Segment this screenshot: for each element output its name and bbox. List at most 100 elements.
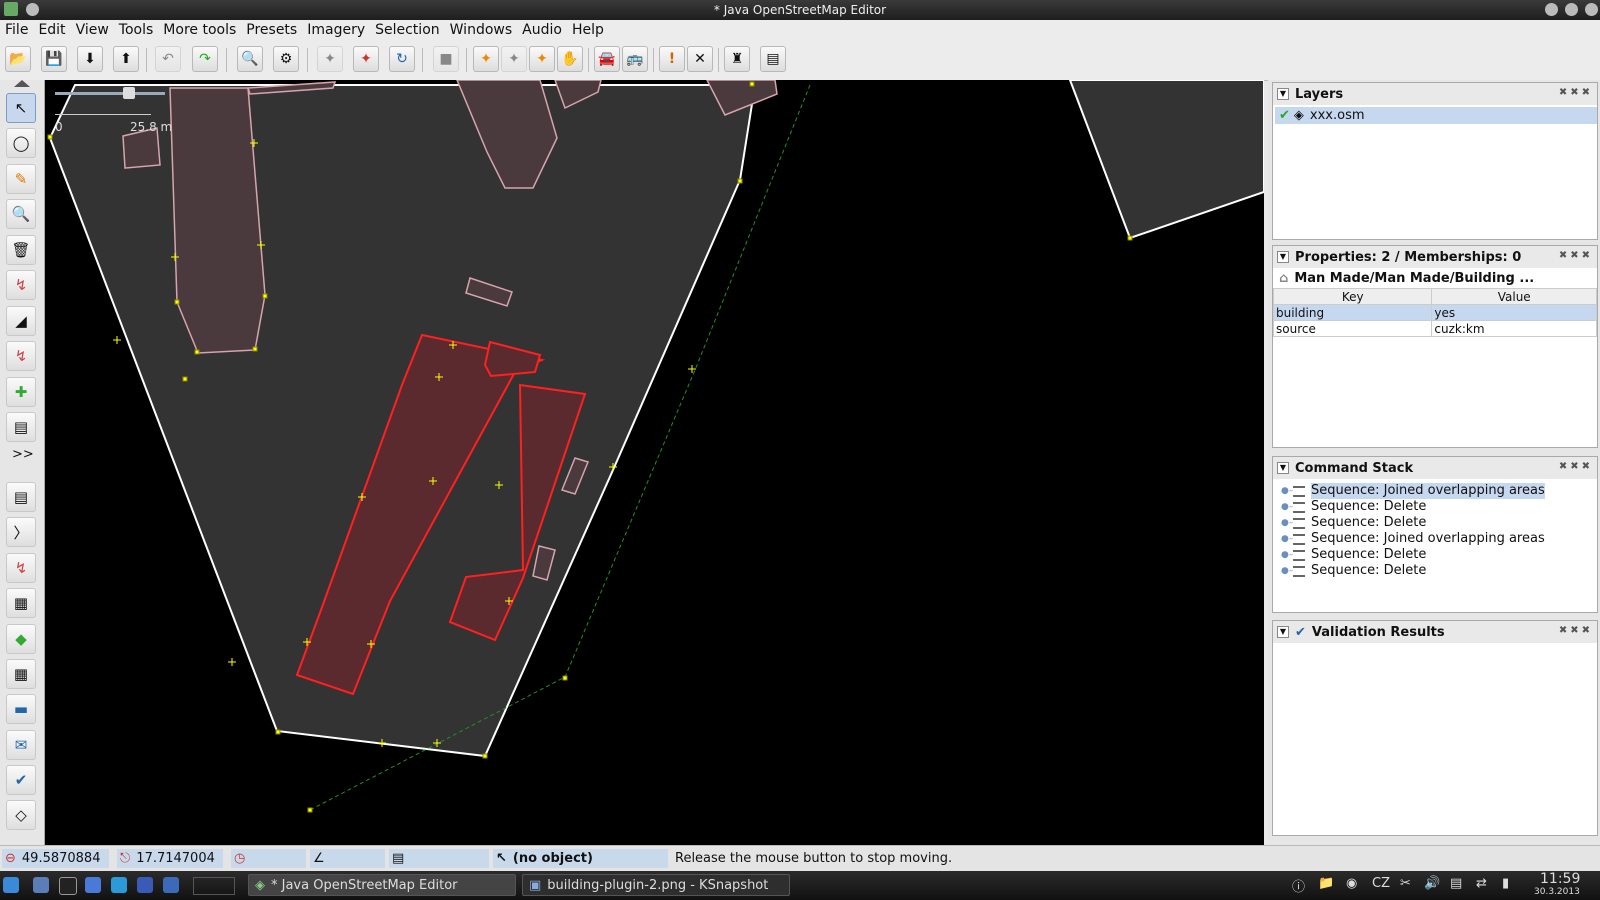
list-item[interactable]: ●– Sequence: Joined overlapping areas (1281, 483, 1597, 499)
mail-icon[interactable]: ✉ (6, 730, 36, 760)
collapse-icon[interactable]: ▼ (1277, 626, 1289, 638)
tag-value[interactable]: cuzk:km (1431, 320, 1597, 337)
validation-header[interactable]: ▼ ✔ Validation Results ✖✖✖ (1273, 621, 1597, 643)
tag-key[interactable]: building (1272, 304, 1433, 321)
tool-orange-1-icon[interactable]: ✦ (473, 46, 499, 72)
dialog-controls-icon[interactable]: ✖✖✖ (1559, 250, 1593, 261)
table-row[interactable]: building yes (1272, 304, 1597, 321)
table-row[interactable]: source cuzk:km (1272, 320, 1597, 337)
save-icon[interactable]: 💾 (41, 46, 67, 72)
start-menu-icon[interactable] (3, 877, 19, 893)
upload-icon[interactable]: ⬆ (113, 46, 139, 72)
value-column-header[interactable]: Value (1431, 288, 1597, 305)
browser-icon[interactable] (111, 877, 127, 893)
castle-icon[interactable]: ♜ (724, 46, 750, 72)
conflict-icon[interactable]: ◆ (6, 624, 36, 654)
menu-edit[interactable]: Edit (33, 20, 70, 40)
files-icon[interactable] (33, 877, 49, 893)
scroll-up-icon[interactable] (14, 80, 30, 87)
relation-list-icon[interactable]: ▦ (6, 588, 36, 618)
expand-icon[interactable]: ●– (1281, 563, 1293, 579)
map-canvas[interactable] (45, 80, 1264, 845)
collapse-icon[interactable]: ▼ (1277, 251, 1289, 263)
open-file-icon[interactable]: 📂 (5, 46, 31, 72)
menu-presets[interactable]: Presets (241, 20, 302, 40)
writer-icon[interactable] (137, 877, 153, 893)
tool-orange-3-icon[interactable]: ✦ (529, 46, 555, 72)
bus-icon[interactable]: 🚌 (622, 46, 648, 72)
task-ksnapshot[interactable]: ▣ building-plugin-2.png - KSnapshot (522, 874, 790, 896)
extrude-tool-icon[interactable]: ↯ (6, 341, 36, 371)
more-tools-icon[interactable]: >> (12, 447, 34, 462)
close-button[interactable] (1585, 3, 1598, 16)
scissors-icon[interactable]: ✂ (1400, 876, 1411, 891)
layers-tool-icon[interactable]: ▤ (6, 412, 36, 442)
maximize-button[interactable] (1565, 3, 1578, 16)
command-stack-header[interactable]: ▼ Command Stack ✖✖✖ (1273, 457, 1597, 479)
tag-toggle-icon[interactable]: 〉 (6, 517, 36, 547)
gem-icon[interactable]: ◇ (6, 800, 36, 830)
tag-value[interactable]: yes (1431, 304, 1597, 321)
validator-check-icon[interactable]: ✔ (6, 765, 36, 795)
improve-way-icon[interactable]: ↯ (6, 270, 36, 300)
info-icon[interactable]: ⓘ (1292, 876, 1305, 895)
clock-date[interactable]: 30.3.2013 (1534, 887, 1580, 897)
usb-icon[interactable]: ⇄ (1476, 876, 1487, 891)
reverse-way-icon[interactable]: ↻ (389, 46, 415, 72)
undo-icon[interactable]: ↶ (155, 46, 181, 72)
preferences-icon[interactable]: 🔍 (237, 46, 263, 72)
terracer-icon[interactable]: ✚ (6, 377, 36, 407)
window-menu-button[interactable] (26, 3, 39, 16)
expand-icon[interactable]: ●– (1281, 531, 1293, 547)
volume-icon[interactable]: 🔊 (1424, 876, 1440, 891)
list-item[interactable]: ●– Sequence: Delete (1281, 499, 1597, 515)
list-item[interactable]: ●– Sequence: Delete (1281, 547, 1597, 563)
menu-more-tools[interactable]: More tools (158, 20, 241, 40)
redo-icon[interactable]: ↷ (192, 46, 218, 72)
list-item[interactable]: ●– Sequence: Delete (1281, 563, 1597, 579)
key-column-header[interactable]: Key (1272, 288, 1433, 305)
align-icon[interactable]: ■ (433, 46, 459, 72)
preset-row[interactable]: ⌂ Man Made/Man Made/Building ... (1273, 268, 1597, 288)
factory-icon[interactable]: ▤ (760, 46, 786, 72)
tag-key[interactable]: source (1272, 320, 1433, 337)
selection-list-icon[interactable]: ↯ (6, 553, 36, 583)
expand-icon[interactable]: ●– (1281, 547, 1293, 563)
dialog-controls-icon[interactable]: ✖✖✖ (1559, 625, 1593, 636)
combine-way-icon[interactable]: ✦ (353, 46, 379, 72)
history-icon[interactable]: ▦ (6, 659, 36, 689)
download-icon[interactable]: ⬇ (77, 46, 103, 72)
layer-item[interactable]: ✔ ◈ xxx.osm (1275, 107, 1597, 124)
menu-selection[interactable]: Selection (370, 20, 445, 40)
map-view[interactable]: 0 25.8 m (45, 80, 1264, 845)
visible-check-icon[interactable]: ✔ (1279, 108, 1290, 123)
properties-header[interactable]: ▼ Properties: 2 / Memberships: 0 ✖✖✖ (1273, 246, 1597, 268)
zoom-slider[interactable] (55, 92, 165, 95)
menu-view[interactable]: View (71, 20, 114, 40)
draw-tool-icon[interactable]: ✎ (6, 164, 36, 194)
menu-windows[interactable]: Windows (445, 20, 518, 40)
expand-icon[interactable]: ●– (1281, 499, 1293, 515)
dialog-controls-icon[interactable]: ✖✖✖ (1559, 461, 1593, 472)
document-icon[interactable] (85, 877, 101, 893)
folder-icon[interactable]: 📁 (1318, 876, 1334, 891)
hand-icon[interactable]: ✋ (557, 46, 583, 72)
layers-header[interactable]: ▼ Layers ✖✖✖ (1273, 83, 1597, 105)
warning-icon[interactable]: ! (659, 46, 685, 72)
split-way-icon[interactable]: ✦ (317, 46, 343, 72)
clock-time[interactable]: 11:59 (1540, 871, 1580, 887)
list-item[interactable]: ●– Sequence: Delete (1281, 515, 1597, 531)
menu-audio[interactable]: Audio (517, 20, 567, 40)
tool-orange-2-icon[interactable]: ✦ (501, 46, 527, 72)
lasso-tool-icon[interactable]: ◯ (6, 128, 36, 158)
menu-help[interactable]: Help (567, 20, 609, 40)
keyboard-layout[interactable]: CZ (1372, 876, 1390, 891)
menu-file[interactable]: File (0, 20, 33, 40)
expand-icon[interactable]: ●– (1281, 515, 1293, 531)
menu-imagery[interactable]: Imagery (302, 20, 370, 40)
mail-icon[interactable] (163, 877, 179, 893)
delete-tool-icon[interactable]: 🗑 (6, 235, 36, 265)
zoom-tool-icon[interactable]: 🔍 (6, 199, 36, 229)
battery-icon[interactable]: ▮ (1502, 876, 1509, 891)
clipboard-icon[interactable]: ▤ (1450, 876, 1462, 891)
